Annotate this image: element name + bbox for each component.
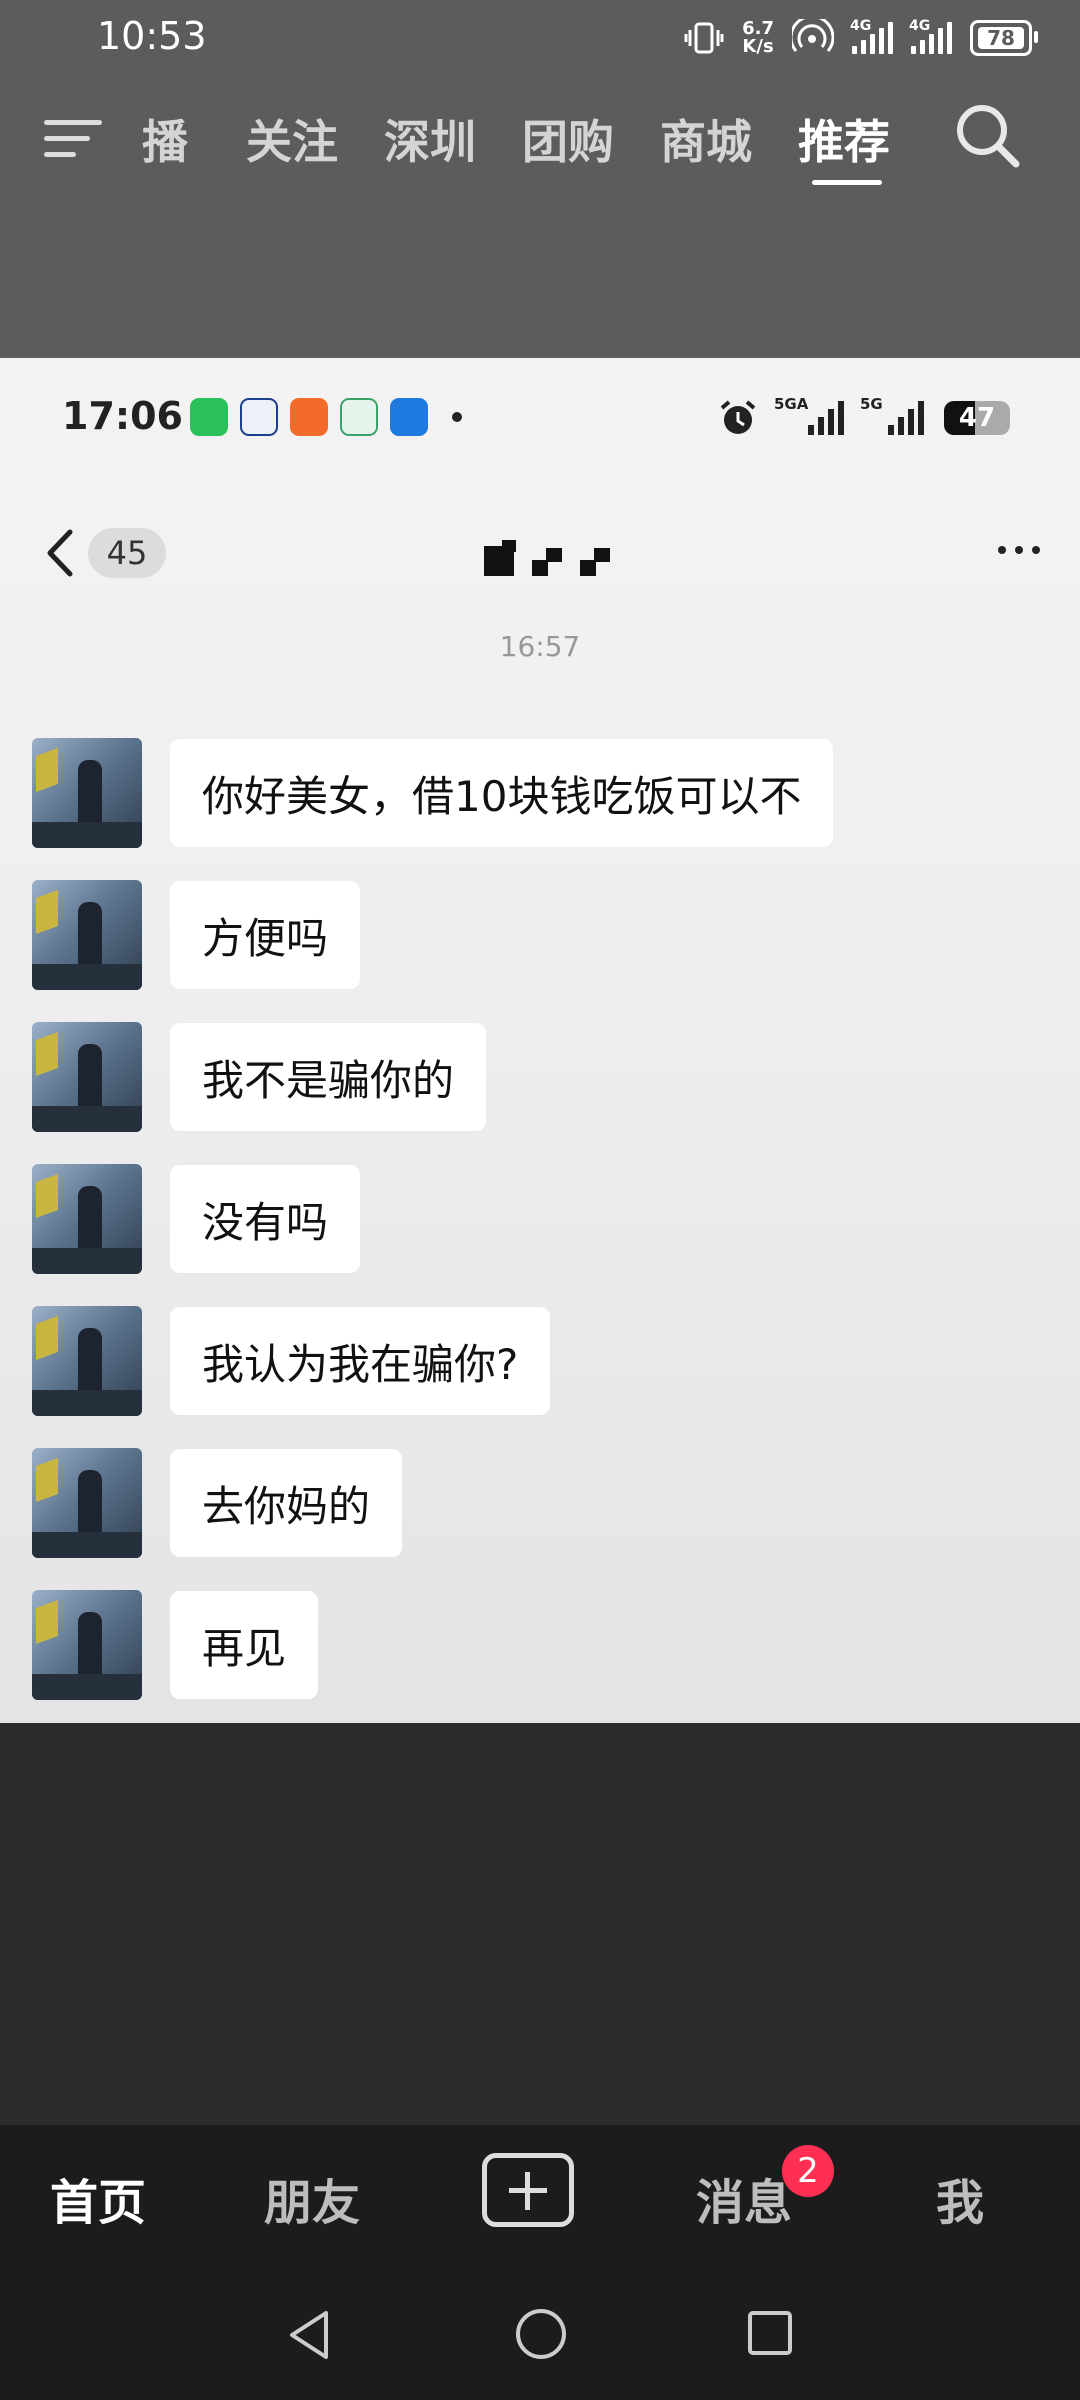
message-row: 再见 — [32, 1590, 319, 1700]
message-bubble[interactable]: 你好美女，借10块钱吃饭可以不 — [170, 739, 834, 847]
wechat-icon — [190, 398, 228, 436]
nav-messages[interactable]: 消息 — [696, 2163, 792, 2233]
tab-following[interactable]: 关注 — [246, 106, 338, 172]
status-bar: 10:53 6.7 K/s 4G 4G 78 — [0, 0, 1080, 80]
battery-icon: 78 — [970, 20, 1038, 56]
nav-home[interactable]: 首页 — [50, 2163, 146, 2233]
back-arrow-icon[interactable] — [40, 526, 80, 580]
message-row: 没有吗 — [32, 1164, 361, 1274]
redacted-contact-name — [484, 540, 610, 576]
search-icon[interactable] — [952, 100, 1022, 170]
back-triangle-icon[interactable] — [284, 2307, 334, 2363]
avatar[interactable] — [32, 1590, 142, 1700]
avatar[interactable] — [32, 1448, 142, 1558]
message-bubble[interactable]: 去你妈的 — [170, 1449, 403, 1557]
top-tab-bar: 播 关注 深圳 团购 商城 推荐 — [0, 96, 1080, 186]
embedded-status-icons: 5GA 5G 47 — [718, 395, 1010, 438]
vibrate-icon — [684, 22, 724, 54]
store-icon — [240, 398, 278, 436]
signal-icon-2: 4G — [909, 18, 952, 54]
messages-unread-badge: 2 — [782, 2145, 834, 2197]
message-bubble[interactable]: 没有吗 — [170, 1165, 361, 1273]
tab-mall[interactable]: 商城 — [660, 106, 752, 172]
message-bubble[interactable]: 我认为我在骗你? — [170, 1307, 551, 1415]
message-bubble[interactable]: 方便吗 — [170, 881, 361, 989]
more-notifications-dot — [452, 412, 462, 422]
chat-header: 45 — [0, 508, 1080, 598]
hotspot-icon — [792, 19, 834, 52]
network-speed: 6.7 K/s — [742, 18, 774, 57]
embedded-notification-icons — [190, 398, 462, 436]
status-icons: 6.7 K/s 4G 4G 78 — [684, 16, 1038, 60]
embedded-status-bar: 17:06 5GA 5G 47 — [0, 358, 1080, 478]
avatar[interactable] — [32, 1164, 142, 1274]
message-row: 我认为我在骗你? — [32, 1306, 551, 1416]
create-post-button[interactable] — [482, 2153, 574, 2227]
message-row: 我不是骗你的 — [32, 1022, 487, 1132]
message-timestamp: 16:57 — [499, 630, 581, 663]
home-circle-icon[interactable] — [514, 2307, 568, 2361]
embedded-battery-icon: 47 — [944, 401, 1010, 435]
feed-header-area: 10:53 6.7 K/s 4G 4G 78 播 关注 深圳 团购 商城 推荐 — [0, 0, 1080, 358]
signal-icon: 4G — [850, 18, 893, 54]
embedded-signal-icon: 5GA — [774, 395, 844, 435]
menu-icon[interactable] — [44, 110, 104, 160]
embedded-signal-icon-2: 5G — [860, 395, 924, 435]
recents-square-icon[interactable] — [746, 2309, 794, 2357]
video-content-chat-screenshot[interactable]: 17:06 5GA 5G 47 45 16:57 你好美女，借10块钱吃饭可以不… — [0, 358, 1080, 1723]
message-bubble[interactable]: 我不是骗你的 — [170, 1023, 487, 1131]
message-row: 方便吗 — [32, 880, 361, 990]
bottom-nav-bar: 首页 朋友 消息 2 我 — [0, 2125, 1080, 2265]
alarm-icon — [720, 400, 756, 434]
status-time: 10:53 — [97, 14, 207, 58]
message-row: 去你妈的 — [32, 1448, 403, 1558]
app-icon-blue — [390, 398, 428, 436]
tab-local[interactable]: 深圳 — [384, 106, 476, 172]
avatar[interactable] — [32, 1306, 142, 1416]
unread-count-badge: 45 — [88, 528, 166, 578]
tab-group-buy[interactable]: 团购 — [522, 106, 614, 172]
avatar[interactable] — [32, 880, 142, 990]
avatar[interactable] — [32, 1022, 142, 1132]
app-icon-green — [340, 398, 378, 436]
avatar[interactable] — [32, 738, 142, 848]
nav-friends[interactable]: 朋友 — [264, 2163, 360, 2233]
message-bubble[interactable]: 再见 — [170, 1591, 319, 1699]
message-row: 你好美女，借10块钱吃饭可以不 — [32, 738, 834, 848]
tab-live[interactable]: 播 — [142, 106, 188, 172]
embedded-status-time: 17:06 — [62, 394, 183, 438]
nav-me[interactable]: 我 — [936, 2163, 984, 2233]
more-options-icon[interactable] — [998, 546, 1040, 554]
app-icon-orange — [290, 398, 328, 436]
tab-recommended[interactable]: 推荐 — [798, 106, 890, 172]
system-nav-bar — [0, 2265, 1080, 2400]
active-tab-indicator — [812, 180, 882, 185]
